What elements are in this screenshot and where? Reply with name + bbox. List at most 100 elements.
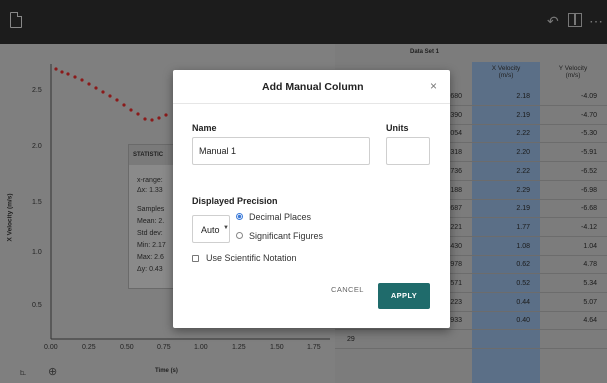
- data-point[interactable]: [101, 90, 105, 94]
- precision-select-value: Auto: [201, 225, 220, 235]
- table-cell[interactable]: 2.22: [516, 130, 530, 137]
- x-tick: 1.00: [194, 344, 208, 351]
- table-cell[interactable]: .390: [448, 112, 462, 119]
- table-cell[interactable]: 1.04: [583, 243, 597, 250]
- table-cell[interactable]: 2.19: [516, 112, 530, 119]
- table-cell[interactable]: 5.34: [583, 280, 597, 287]
- x-tick: 0.75: [157, 344, 171, 351]
- table-cell[interactable]: -4.70: [581, 112, 597, 119]
- data-point[interactable]: [129, 108, 133, 112]
- table-cell[interactable]: -6.98: [581, 187, 597, 194]
- table-cell[interactable]: .978: [448, 261, 462, 268]
- table-cell[interactable]: .054: [448, 130, 462, 137]
- table-cell[interactable]: 0.44: [516, 299, 530, 306]
- data-point[interactable]: [80, 78, 84, 82]
- table-row[interactable]: 29: [335, 331, 607, 350]
- stats-line: Std dev:: [137, 230, 163, 237]
- data-point[interactable]: [164, 113, 168, 117]
- table-cell[interactable]: 29: [347, 336, 355, 343]
- table-cell[interactable]: -5.91: [581, 149, 597, 156]
- column-header-x-velocity[interactable]: X Velocity (m/s): [473, 62, 539, 88]
- table-cell[interactable]: 0.40: [516, 317, 530, 324]
- scientific-notation-checkbox[interactable]: [192, 255, 199, 262]
- stats-line: Δy: 0.43: [137, 266, 163, 273]
- table-cell[interactable]: 2.22: [516, 168, 530, 175]
- radio-label: Significant Figures: [249, 231, 324, 241]
- stats-line: Samples: [137, 206, 165, 213]
- table-cell[interactable]: -4.12: [581, 224, 597, 231]
- table-cell[interactable]: 0.52: [516, 280, 530, 287]
- y-tick: 2.5: [32, 87, 42, 94]
- file-icon[interactable]: [10, 12, 22, 28]
- x-tick: 0.25: [82, 344, 96, 351]
- undo-icon[interactable]: ↶: [547, 14, 559, 28]
- units-input[interactable]: [386, 137, 430, 165]
- dialog-title: Add Manual Column: [262, 81, 364, 93]
- data-point[interactable]: [157, 116, 161, 120]
- x-tick: 0.00: [44, 344, 58, 351]
- precision-label: Displayed Precision: [192, 196, 278, 206]
- data-point[interactable]: [73, 75, 77, 79]
- zoom-icon[interactable]: ⊕: [48, 366, 60, 378]
- table-cell[interactable]: 5.07: [583, 299, 597, 306]
- table-cell[interactable]: -4.09: [581, 93, 597, 100]
- table-cell[interactable]: .223: [448, 299, 462, 306]
- close-icon[interactable]: ×: [430, 79, 437, 93]
- chevron-down-icon: ▼: [223, 225, 229, 231]
- y-tick: 0.5: [32, 302, 42, 309]
- data-point[interactable]: [60, 70, 64, 74]
- stats-line: Max: 2.6: [137, 254, 164, 261]
- table-cell[interactable]: 2.19: [516, 205, 530, 212]
- stats-line: Δx: 1.33: [137, 187, 163, 194]
- y-tick: 1.5: [32, 199, 42, 206]
- data-point[interactable]: [143, 117, 147, 121]
- table-cell[interactable]: .430: [448, 243, 462, 250]
- data-point[interactable]: [136, 112, 140, 116]
- dataset-title: Data Set 1: [410, 49, 440, 55]
- y-tick: 2.0: [32, 143, 42, 150]
- data-point[interactable]: [87, 82, 91, 86]
- y-axis-label: X Velocity (m/s): [6, 193, 14, 242]
- table-cell[interactable]: 2.29: [516, 187, 530, 194]
- table-cell[interactable]: .188: [448, 187, 462, 194]
- scientific-notation-label: Use Scientific Notation: [206, 253, 297, 263]
- column-header-y-velocity[interactable]: Y Velocity (m/s): [540, 62, 606, 88]
- table-cell[interactable]: -5.30: [581, 130, 597, 137]
- table-cell[interactable]: .680: [448, 93, 462, 100]
- data-point[interactable]: [108, 94, 112, 98]
- table-cell[interactable]: 2.20: [516, 149, 530, 156]
- table-cell[interactable]: -6.68: [581, 205, 597, 212]
- name-label: Name: [192, 123, 217, 133]
- data-point[interactable]: [94, 86, 98, 90]
- radio-unselected-icon[interactable]: [236, 232, 243, 239]
- table-cell[interactable]: .571: [448, 280, 462, 287]
- more-options-icon[interactable]: ⋯: [589, 14, 603, 28]
- table-cell[interactable]: 1.77: [516, 224, 530, 231]
- table-cell[interactable]: 2.18: [516, 93, 530, 100]
- table-cell[interactable]: 1.08: [516, 243, 530, 250]
- data-point[interactable]: [150, 118, 154, 122]
- radio-selected-icon[interactable]: [236, 213, 243, 220]
- data-point[interactable]: [122, 103, 126, 107]
- data-point[interactable]: [66, 72, 70, 76]
- table-cell[interactable]: .687: [448, 205, 462, 212]
- table-cell[interactable]: 0.62: [516, 261, 530, 268]
- apply-button[interactable]: APPLY: [378, 283, 430, 309]
- graph-tools-icon[interactable]: ⦜: [20, 366, 32, 378]
- table-cell[interactable]: .736: [448, 168, 462, 175]
- layout-icon[interactable]: [568, 13, 582, 27]
- cancel-button[interactable]: CANCEL: [331, 285, 364, 294]
- precision-select[interactable]: Auto ▼: [192, 215, 230, 243]
- column-header-label: X Velocity: [491, 65, 521, 72]
- table-cell[interactable]: -6.52: [581, 168, 597, 175]
- x-tick: 0.50: [120, 344, 134, 351]
- table-cell[interactable]: 4.78: [583, 261, 597, 268]
- table-cell[interactable]: 4.64: [583, 317, 597, 324]
- table-cell[interactable]: .221: [448, 224, 462, 231]
- name-input[interactable]: [192, 137, 370, 165]
- data-point[interactable]: [54, 67, 58, 71]
- data-point[interactable]: [115, 98, 119, 102]
- table-cell[interactable]: .318: [448, 149, 462, 156]
- x-tick: 1.75: [307, 344, 321, 351]
- column-header-unit: (m/s): [565, 72, 581, 79]
